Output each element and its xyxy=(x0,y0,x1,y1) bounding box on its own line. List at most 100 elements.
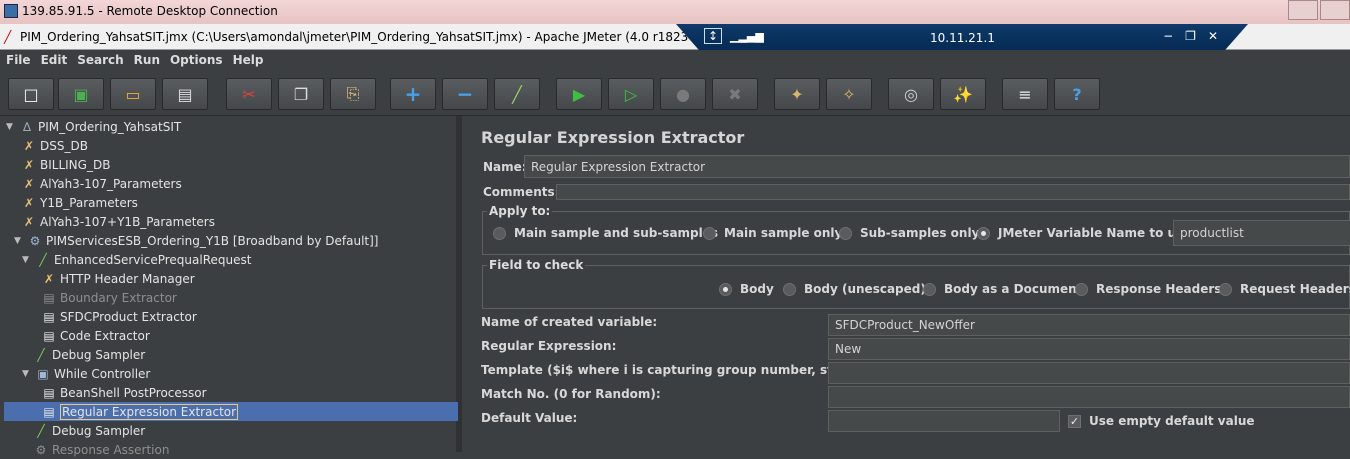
menu-edit[interactable]: Edit xyxy=(41,53,68,67)
name-field[interactable]: Regular Expression Extractor xyxy=(524,155,1350,178)
regex-field[interactable]: New xyxy=(828,338,1350,360)
search-button[interactable]: ◎ xyxy=(888,78,934,110)
start-button[interactable]: ▶ xyxy=(556,78,602,110)
expand-icon: + xyxy=(404,82,422,106)
radio-button[interactable] xyxy=(839,226,852,240)
radio-main-sample-only[interactable]: Main sample only xyxy=(703,226,842,240)
radio-response-headers[interactable]: Response Headers xyxy=(1075,282,1221,296)
radio-button[interactable] xyxy=(493,226,506,240)
clear-button[interactable]: ✦ xyxy=(774,78,820,110)
menu-help[interactable]: Help xyxy=(233,53,264,67)
tree-node-code-extractor[interactable]: ▤ Code Extractor xyxy=(42,326,149,345)
new-button[interactable]: □ xyxy=(8,78,54,110)
function-helper-icon: ≡ xyxy=(1018,84,1032,104)
tree-node-response-assertion[interactable]: ⚙ Response Assertion xyxy=(34,440,170,459)
paste-button[interactable]: ⎘ xyxy=(330,78,376,110)
radio-button-selected[interactable] xyxy=(977,226,990,240)
radio-button[interactable] xyxy=(923,282,936,296)
toggle-icon: ╱ xyxy=(512,84,522,104)
reset-search-button[interactable]: ✨ xyxy=(940,78,986,110)
menu-run[interactable]: Run xyxy=(134,53,160,67)
tree-node-sfdc-product-extractor[interactable]: ▤ SFDCProduct Extractor xyxy=(42,307,196,326)
menu-options[interactable]: Options xyxy=(170,53,223,67)
tree-node-y1b-parameters[interactable]: ✗ Y1B_Parameters xyxy=(22,193,138,212)
collapse-toggle-icon[interactable]: ▼ xyxy=(6,122,18,132)
radio-button-selected[interactable] xyxy=(719,282,732,296)
rdp-bar-close-icon[interactable]: ✕ xyxy=(1208,29,1218,43)
radio-button[interactable] xyxy=(703,226,716,240)
rdp-maximize-button[interactable] xyxy=(1320,0,1350,20)
pin-icon[interactable]: ↕ xyxy=(704,28,722,44)
cut-button[interactable]: ✂ xyxy=(226,78,272,110)
open-button[interactable]: ▭ xyxy=(110,78,156,110)
collapse-all-button[interactable]: − xyxy=(442,78,488,110)
function-helper-button[interactable]: ≡ xyxy=(1002,78,1048,110)
tree-node-regex-extractor-selected[interactable]: ▤ Regular Expression Extractor xyxy=(4,402,458,421)
start-no-pause-icon: ▷ xyxy=(624,84,638,104)
clear-all-button[interactable]: ✧ xyxy=(826,78,872,110)
start-no-pauses-button[interactable]: ▷ xyxy=(608,78,654,110)
match-no-field[interactable] xyxy=(828,386,1350,408)
default-value-field[interactable] xyxy=(828,410,1060,432)
save-icon: ▤ xyxy=(177,84,193,104)
rdp-window-title: 139.85.91.5 - Remote Desktop Connection xyxy=(22,4,278,18)
comments-field[interactable] xyxy=(556,184,1350,200)
templates-button[interactable]: ▣ xyxy=(58,78,104,110)
checkbox-checked-icon[interactable]: ✓ xyxy=(1068,414,1081,428)
collapse-toggle-icon[interactable]: ▼ xyxy=(22,369,34,379)
rdp-app-icon xyxy=(4,4,18,18)
comments-label: Comments: xyxy=(483,185,560,199)
rdp-bar-restore-icon[interactable]: ❐ xyxy=(1185,29,1196,43)
rdp-connection-bar: ↕ ▁▂▄▆ 10.11.21.1 − ❐ ✕ xyxy=(676,24,1248,50)
created-variable-field[interactable]: SFDCProduct_NewOffer xyxy=(828,314,1350,336)
rdp-bar-minimize-icon[interactable]: − xyxy=(1163,29,1173,43)
tree-node-debug-sampler[interactable]: ╱ Debug Sampler xyxy=(34,345,145,364)
menu-search[interactable]: Search xyxy=(77,53,123,67)
tree-node-while-controller[interactable]: ▼ ▣ While Controller xyxy=(22,364,150,383)
signal-strength-icon[interactable]: ▁▂▄▆ xyxy=(730,30,764,43)
shutdown-button[interactable]: ✖ xyxy=(712,78,758,110)
tree-node-boundary-extractor[interactable]: ▤ Boundary Extractor xyxy=(42,288,177,307)
template-field[interactable] xyxy=(828,362,1350,384)
post-processor-icon: ▤ xyxy=(43,309,55,324)
apply-to-legend: Apply to: xyxy=(487,204,553,218)
radio-body-as-document[interactable]: Body as a Document xyxy=(923,282,1082,296)
tree-node-beanshell-postprocessor[interactable]: ▤ BeanShell PostProcessor xyxy=(42,383,206,402)
radio-sub-samples-only[interactable]: Sub-samples only xyxy=(839,226,979,240)
radio-body-unescaped[interactable]: Body (unescaped) xyxy=(783,282,926,296)
tree-node-thread-group[interactable]: ▼ ⚙ PIMServicesESB_Ordering_Y1B [Broadba… xyxy=(14,231,378,250)
collapse-icon: − xyxy=(456,82,474,106)
jmeter-variable-name-field[interactable]: productlist xyxy=(1173,220,1350,246)
tree-node-debug-sampler-2[interactable]: ╱ Debug Sampler xyxy=(34,421,145,440)
default-value-label: Default Value: xyxy=(481,411,578,425)
collapse-toggle-icon[interactable]: ▼ xyxy=(22,255,34,265)
tree-node-combined-parameters[interactable]: ✗ AlYah3-107+Y1B_Parameters xyxy=(22,212,215,231)
collapse-toggle-icon[interactable]: ▼ xyxy=(14,236,26,246)
tree-node-dss-db[interactable]: ✗ DSS_DB xyxy=(22,136,88,155)
radio-body[interactable]: Body xyxy=(719,282,774,296)
radio-button[interactable] xyxy=(783,282,796,296)
config-element-icon: ✗ xyxy=(23,195,35,210)
post-processor-icon: ▤ xyxy=(43,385,55,400)
tree-node-enhanced-service-prequal[interactable]: ▼ ╱ EnhancedServicePrequalRequest xyxy=(22,250,251,269)
radio-main-and-sub-samples[interactable]: Main sample and sub-samples xyxy=(493,226,718,240)
tree-node-http-header-manager[interactable]: ✗ HTTP Header Manager xyxy=(42,269,195,288)
radio-button[interactable] xyxy=(1219,282,1232,296)
radio-jmeter-variable[interactable]: JMeter Variable Name to use xyxy=(977,226,1191,240)
copy-button[interactable]: ❐ xyxy=(278,78,324,110)
tree-node-test-plan[interactable]: ▼ ∆ PIM_Ordering_YahsatSIT xyxy=(6,117,181,136)
post-processor-icon: ▤ xyxy=(43,290,55,305)
expand-all-button[interactable]: + xyxy=(390,78,436,110)
tree-node-alyah3-107-parameters[interactable]: ✗ AlYah3-107_Parameters xyxy=(22,174,182,193)
post-processor-icon: ▤ xyxy=(43,328,55,343)
tree-node-billing-db[interactable]: ✗ BILLING_DB xyxy=(22,155,110,174)
help-button[interactable]: ? xyxy=(1054,78,1100,110)
rdp-minimize-button[interactable] xyxy=(1288,0,1318,20)
menu-file[interactable]: File xyxy=(6,53,31,67)
radio-button[interactable] xyxy=(1075,282,1088,296)
toggle-button[interactable]: ╱ xyxy=(494,78,540,110)
radio-request-headers[interactable]: Request Headers xyxy=(1219,282,1350,296)
use-empty-default-checkbox[interactable]: ✓ Use empty default value xyxy=(1068,414,1255,428)
stop-button[interactable]: ● xyxy=(660,78,706,110)
save-button[interactable]: ▤ xyxy=(162,78,208,110)
